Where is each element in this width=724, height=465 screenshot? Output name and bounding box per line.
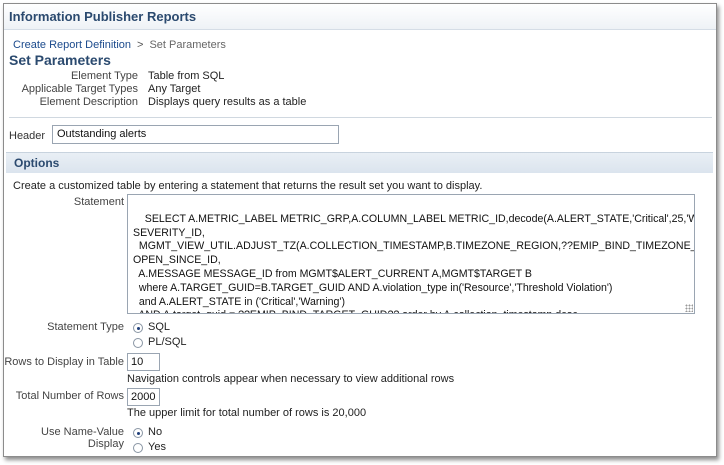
radio-label: Yes [148, 441, 166, 453]
property-label: Element Description [39, 96, 138, 108]
radio-selected-icon[interactable] [133, 323, 143, 333]
rows-to-display-hint: Navigation controls appear when necessar… [127, 373, 455, 385]
header-input[interactable]: Outstanding alerts [52, 125, 339, 144]
options-instructions: Create a customized table by entering a … [13, 180, 483, 192]
page-title: Set Parameters [9, 52, 111, 68]
app-title: Information Publisher Reports [9, 9, 197, 24]
property-element-type: Element Type Table from SQL [4, 70, 716, 84]
statement-textarea[interactable]: SELECT A.METRIC_LABEL METRIC_GRP,A.COLUM… [127, 194, 695, 314]
total-rows-label: Total Number of Rows [15, 390, 124, 402]
title-bar: Information Publisher Reports [4, 4, 716, 30]
radio-label: No [148, 426, 163, 438]
property-value: Any Target [148, 83, 201, 95]
options-section-header: Options [6, 152, 713, 173]
property-applicable-target-types: Applicable Target Types Any Target [4, 83, 716, 97]
divider [9, 117, 712, 118]
rows-to-display-input[interactable]: 10 [127, 353, 160, 371]
breadcrumb: Create Report Definition > Set Parameters [13, 39, 226, 51]
radio-label: PL/SQL [148, 336, 187, 348]
radio-unselected-icon[interactable] [133, 338, 143, 348]
radio-selected-icon[interactable] [133, 428, 143, 438]
statement-type-label: Statement Type [47, 321, 124, 333]
statement-label: Statement [73, 196, 124, 208]
breadcrumb-current: Set Parameters [149, 39, 226, 51]
radio-label: SQL [148, 321, 171, 333]
radio-unselected-icon[interactable] [133, 443, 143, 453]
breadcrumb-create-report-definition-link[interactable]: Create Report Definition [13, 39, 131, 51]
rows-to-display-label: Rows to Display in Table [4, 356, 124, 368]
options-section-title: Options [14, 156, 60, 170]
report-window: Information Publisher Reports Create Rep… [3, 3, 717, 457]
total-rows-hint: The upper limit for total number of rows… [127, 407, 367, 419]
property-label: Applicable Target Types [21, 83, 138, 95]
statement-text: SELECT A.METRIC_LABEL METRIC_GRP,A.COLUM… [133, 212, 695, 313]
total-rows-input[interactable]: 2000 [127, 388, 160, 406]
header-label: Header [9, 130, 46, 142]
property-element-description: Element Description Displays query resul… [4, 96, 716, 110]
breadcrumb-separator: > [137, 39, 144, 51]
name-value-display-label: Use Name-Value Display [41, 426, 124, 450]
property-value: Displays query results as a table [148, 96, 307, 108]
property-label: Element Type [70, 70, 138, 82]
resize-grip-icon[interactable] [685, 304, 693, 312]
property-value: Table from SQL [148, 70, 225, 82]
